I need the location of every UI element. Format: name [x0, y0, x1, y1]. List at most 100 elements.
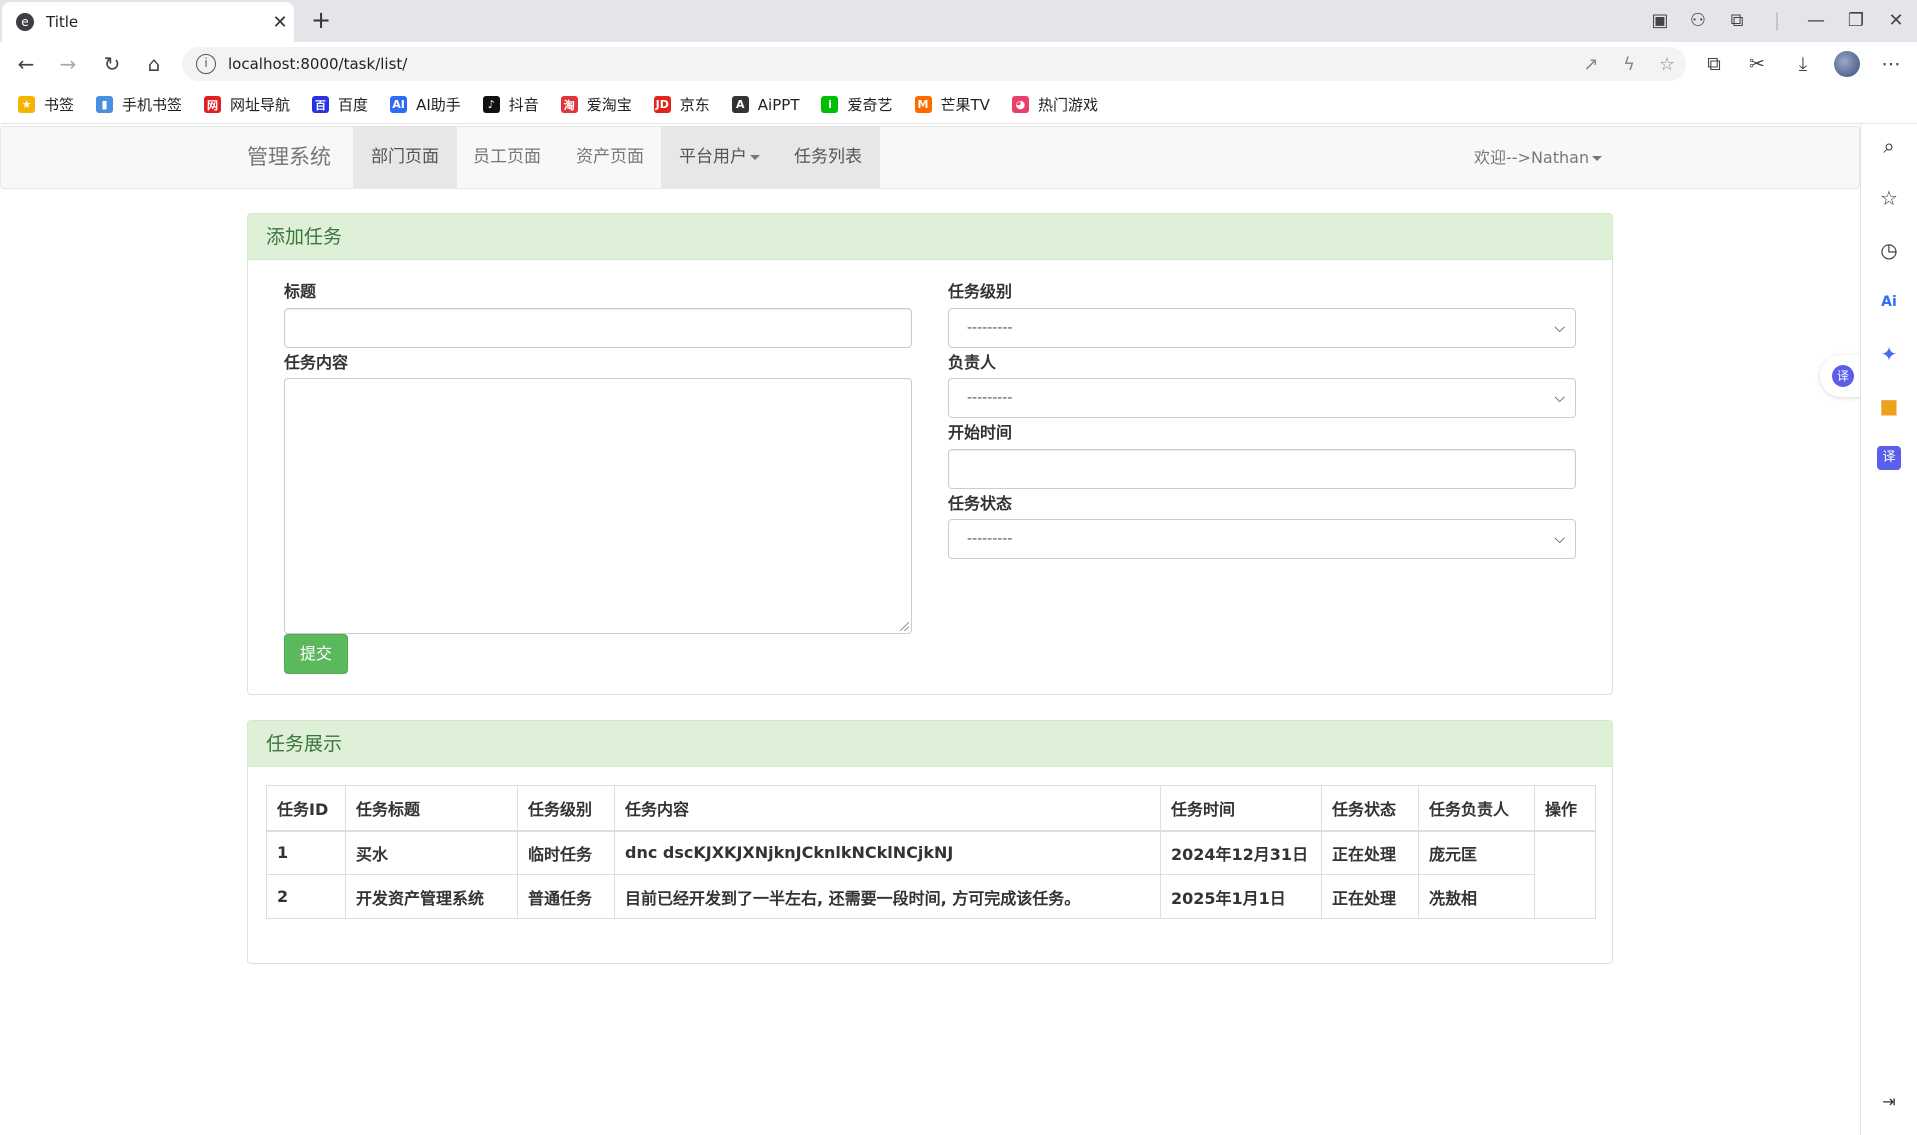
caret-down-icon [1592, 156, 1603, 161]
cell-level: 临时任务 [517, 830, 615, 875]
cell-time: 2024年12月31日 [1160, 830, 1322, 875]
browser-tab[interactable]: e Title ✕ [2, 2, 294, 42]
cell-content: 目前已经开发到了一半左右, 还需要一段时间, 方可完成该任务。 [614, 874, 1161, 919]
column-header: 任务内容 [614, 785, 1161, 832]
nav-item-task-list[interactable]: 任务列表 [776, 127, 880, 188]
close-tab-icon[interactable]: ✕ [266, 12, 294, 33]
table-header-row: 任务ID 任务标题 任务级别 任务内容 任务时间 任务状态 任务负责人 操作 [266, 785, 1596, 832]
gamepad-icon[interactable]: ✦ [1877, 342, 1901, 366]
panel-heading: 添加任务 [248, 214, 1612, 260]
bookmark-item[interactable]: ★ 书签 [18, 94, 74, 115]
search-icon[interactable]: ⌕ [1877, 134, 1901, 158]
content-textarea[interactable] [284, 378, 912, 634]
bookmark-item[interactable]: ♪ 抖音 [482, 94, 539, 115]
bookmark-item[interactable]: AI AI助手 [390, 94, 461, 115]
title-input[interactable] [284, 308, 912, 348]
bookmarks-bar: ★ 书签 ▮ 手机书签 网网址导航 百百度 AI AI助手 ♪ 抖音 淘爱淘宝 JD 京东… [0, 86, 1917, 124]
back-icon[interactable]: ← [11, 49, 41, 79]
douyin-icon: ♪ [482, 96, 500, 113]
chevron-down-icon: ⌵ [1554, 320, 1565, 336]
owner-label: 负责人 [948, 353, 997, 372]
cell-owner: 冼敖相 [1418, 874, 1535, 919]
resize-grip-icon[interactable] [900, 622, 909, 631]
nav-item-assets[interactable]: 资产页面 [558, 127, 662, 188]
start-time-label: 开始时间 [948, 423, 1013, 442]
table-row: 2 开发资产管理系统 普通任务 目前已经开发到了一半左右, 还需要一段时间, 方… [266, 874, 1596, 919]
restore-button[interactable]: ❐ [1838, 8, 1874, 34]
add-task-panel: 添加任务 标题 任务内容 任务级别 --------- ⌵ 负责人 -------… [247, 213, 1613, 695]
table-row: 1 买水 临时任务 dnc dscKJXKJXNjknJCknlkNCklNCj… [266, 830, 1596, 919]
panel-heading: 任务展示 [248, 721, 1612, 767]
ai-icon[interactable]: Ai [1877, 290, 1901, 314]
submit-button[interactable]: 提交 [284, 634, 348, 674]
iqiyi-icon: i [821, 96, 839, 113]
reload-icon[interactable]: ↻ [97, 49, 127, 79]
bookmark-item[interactable]: 网网址导航 [204, 94, 290, 115]
nav-site-icon: 网 [204, 96, 222, 113]
cell-title: 开发资产管理系统 [345, 874, 518, 919]
lightning-icon[interactable]: ϟ [1610, 54, 1648, 75]
brand-link[interactable]: 管理系统 [247, 127, 331, 188]
task-table: 任务ID 任务标题 任务级别 任务内容 任务时间 任务状态 任务负责人 操作 1… [266, 785, 1596, 919]
user-menu[interactable]: 欢迎-->Nathan [1474, 127, 1603, 188]
status-label: 任务状态 [948, 494, 1013, 513]
column-header: 任务状态 [1321, 785, 1419, 832]
phone-icon: ▮ [96, 96, 114, 113]
url-text[interactable]: localhost:8000/task/list/ [228, 55, 1572, 73]
share-icon[interactable]: ↗ [1572, 54, 1610, 75]
translate-icon[interactable]: 译 [1877, 446, 1901, 470]
title-label: 标题 [284, 282, 317, 301]
browser-sidebar: ⌕ ☆ ◷ Ai ✦ ■ 译 ⇥ [1860, 124, 1917, 1135]
bookmark-item[interactable]: ▮ 手机书签 [96, 94, 182, 115]
bookmark-item[interactable]: ◕ 热门游戏 [1011, 94, 1098, 115]
nav-item-platform-users[interactable]: 平台用户 [661, 127, 778, 188]
top-navbar: 管理系统 部门页面 员工页面 资产页面 平台用户 任务列表 欢迎-->Natha… [0, 126, 1860, 189]
star-icon[interactable]: ☆ [1648, 54, 1686, 75]
download-icon[interactable]: ⤓ [1786, 49, 1820, 79]
jd-icon: JD [653, 96, 671, 113]
forward-icon[interactable]: → [53, 49, 83, 79]
bookmark-item[interactable]: i 爱奇艺 [821, 94, 893, 115]
cell-level: 普通任务 [517, 874, 615, 919]
new-tab-button[interactable]: + [306, 6, 336, 36]
nav-item-employees[interactable]: 员工页面 [455, 127, 559, 188]
minimize-button[interactable]: — [1798, 8, 1834, 34]
nav-item-departments[interactable]: 部门页面 [353, 127, 457, 188]
mango-tv-icon: M [914, 96, 932, 113]
close-window-button[interactable]: ✕ [1878, 8, 1914, 34]
history-clock-icon[interactable]: ◷ [1877, 238, 1901, 262]
extensions-icon[interactable]: ⧉ [1697, 49, 1731, 79]
collapse-sidebar-icon[interactable]: ⇥ [1877, 1090, 1901, 1114]
cell-owner: 庞元匡 [1418, 830, 1535, 875]
incognito-icon[interactable]: ⚇ [1680, 8, 1716, 34]
owner-select[interactable]: --------- ⌵ [948, 378, 1576, 418]
bookmark-item[interactable]: 淘爱淘宝 [560, 94, 632, 115]
screenshot-icon[interactable]: ✂ [1740, 49, 1774, 79]
cell-actions [1534, 830, 1596, 919]
toolbox-icon[interactable]: ■ [1877, 394, 1901, 418]
status-select[interactable]: --------- ⌵ [948, 519, 1576, 559]
bookmark-item[interactable]: 百百度 [312, 94, 368, 115]
site-info-icon[interactable]: i [196, 54, 216, 74]
favorites-star-icon[interactable]: ☆ [1877, 186, 1901, 210]
address-bar[interactable]: i localhost:8000/task/list/ ↗ ϟ ☆ [182, 47, 1686, 81]
start-time-input[interactable] [948, 449, 1576, 489]
column-header: 任务级别 [517, 785, 615, 832]
bookmark-item[interactable]: JD 京东 [653, 94, 710, 115]
task-list-panel: 任务展示 任务ID 任务标题 任务级别 任务内容 任务时间 任务状态 任务负责人… [247, 720, 1613, 964]
bookmark-item[interactable]: M 芒果TV [914, 94, 990, 115]
more-menu-icon[interactable]: ⋯ [1874, 49, 1908, 79]
bookmark-item[interactable]: A AiPPT [731, 96, 799, 114]
tab-overview-icon[interactable]: ▣ [1642, 8, 1678, 34]
content-label: 任务内容 [284, 353, 349, 372]
baidu-icon: 百 [312, 96, 330, 113]
cell-id: 1 [266, 830, 346, 875]
address-toolbar: ← → ↻ ⌂ i localhost:8000/task/list/ ↗ ϟ … [0, 42, 1917, 86]
profile-avatar[interactable] [1834, 51, 1860, 77]
level-select[interactable]: --------- ⌵ [948, 308, 1576, 348]
extension-puzzle-icon[interactable]: ⧉ [1719, 8, 1755, 34]
translate-icon: 译 [1832, 365, 1854, 387]
cell-id: 2 [266, 874, 346, 919]
home-icon[interactable]: ⌂ [139, 49, 169, 79]
cell-time: 2025年1月1日 [1160, 874, 1322, 919]
